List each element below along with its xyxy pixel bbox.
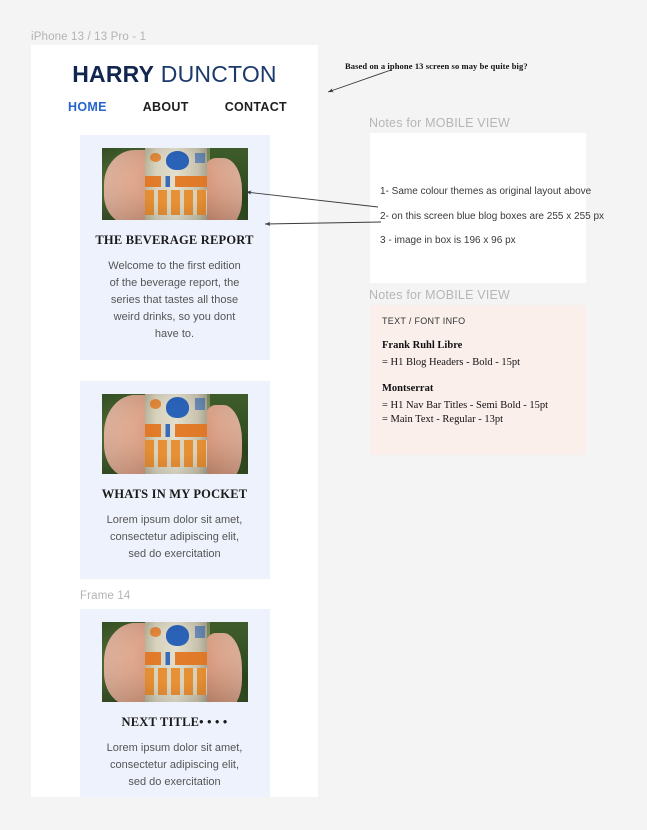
notes-panel-layout: 1- Same colour themes as original layout… xyxy=(370,133,605,283)
notes-heading-1: Notes for MOBILE VIEW xyxy=(369,116,511,130)
font-family-name-2: Montserrat xyxy=(382,383,434,395)
site-logo[interactable]: HARRY DUNCTON xyxy=(31,61,318,87)
font-info-label: TEXT / FONT INFO xyxy=(382,316,466,326)
logo-last-name: DUNCTON xyxy=(160,61,277,87)
blog-card-body: Lorem ipsum dolor sit amet, consectetur … xyxy=(106,513,243,560)
font-usage-1: = H1 Blog Headers - Bold - 15pt xyxy=(382,357,521,368)
notes-heading-2: Notes for MOBILE VIEW xyxy=(369,288,511,302)
blog-card-title: NEXT TITLE• • • • xyxy=(121,714,228,729)
blog-card-body: Welcome to the first edition of the beve… xyxy=(108,260,241,341)
irn-bru-1901-bottle-photo xyxy=(101,393,248,474)
artboard-label-iphone13: iPhone 13 / 13 Pro - 1 xyxy=(31,31,147,43)
card-spacer xyxy=(31,360,318,381)
font-usage-2: = H1 Nav Bar Titles - Semi Bold - 15pt xyxy=(382,400,549,412)
note-line: 2- on this screen blue blog boxes are 25… xyxy=(380,210,605,222)
logo-first-name: HARRY xyxy=(72,61,155,87)
blog-card[interactable]: NEXT TITLE• • • • Lorem ipsum dolor sit … xyxy=(79,608,270,797)
font-family-name-1: Frank Ruhl Libre xyxy=(382,340,463,351)
phone-artboard: HARRY DUNCTON HOME ABOUT CONTACT THE BEV… xyxy=(31,45,318,797)
nav-item-home[interactable]: HOME xyxy=(68,100,107,114)
site-header: HARRY DUNCTON HOME ABOUT CONTACT xyxy=(31,45,318,114)
callout-iphone-size-note: Based on a iphone 13 screen so may be qu… xyxy=(345,61,528,71)
font-usage-3: = Main Text - Regular - 13pt xyxy=(382,414,504,426)
note-line: 3 - image in box is 196 x 96 px xyxy=(380,235,516,246)
card-spacer xyxy=(31,579,318,587)
irn-bru-1901-bottle-photo xyxy=(101,621,248,702)
blog-card-list: THE BEVERAGE REPORT Welcome to the first… xyxy=(31,135,318,797)
blog-card-title: THE BEVERAGE REPORT xyxy=(95,233,254,248)
notes-panel-fonts: TEXT / FONT INFO Frank Ruhl Libre = H1 B… xyxy=(370,305,586,455)
nav-item-about[interactable]: ABOUT xyxy=(143,100,189,114)
blog-card-title: WHATS IN MY POCKET xyxy=(101,486,248,501)
blog-card[interactable]: THE BEVERAGE REPORT Welcome to the first… xyxy=(79,135,270,360)
nav-item-contact[interactable]: CONTACT xyxy=(225,100,287,114)
artboard-label-frame-14: Frame 14 xyxy=(80,589,131,602)
blog-card-body: Lorem ipsum dolor sit amet, consectetur … xyxy=(106,741,243,788)
main-nav: HOME ABOUT CONTACT xyxy=(31,100,318,114)
note-line: 1- Same colour themes as original layout… xyxy=(380,186,592,197)
irn-bru-1901-bottle-photo xyxy=(101,148,248,221)
blog-card[interactable]: WHATS IN MY POCKET Lorem ipsum dolor sit… xyxy=(79,380,270,579)
